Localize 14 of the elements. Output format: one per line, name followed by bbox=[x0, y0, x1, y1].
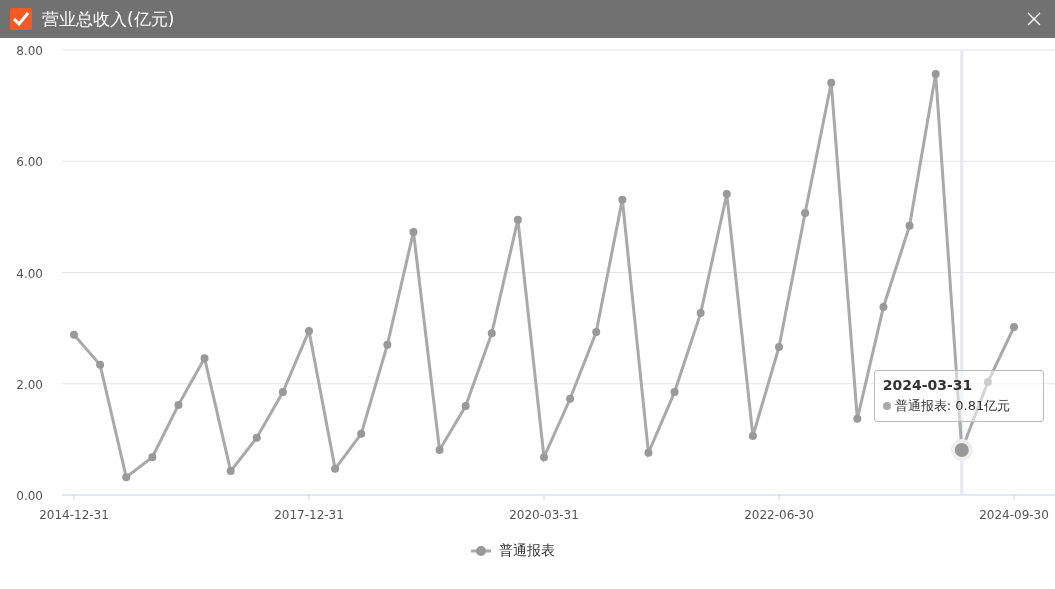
y-axis-label: 0.00 bbox=[16, 489, 43, 503]
tooltip-value: 普通报表: 0.81亿元 bbox=[894, 396, 1011, 415]
y-axis-label: 8.00 bbox=[16, 44, 43, 58]
window-title: 营业总收入(亿元) bbox=[42, 7, 176, 31]
y-axis-label: 6.00 bbox=[16, 155, 43, 170]
x-axis-label: 2020-03-31 bbox=[509, 508, 579, 522]
x-axis-label: 2024-09-30 bbox=[979, 508, 1049, 522]
x-axis-label: 2014-12-31 bbox=[39, 508, 109, 522]
x-axis-label: 2022-06-30 bbox=[744, 508, 814, 522]
tooltip-date: 2024-03-31 bbox=[882, 376, 974, 393]
y-axis-label: 4.00 bbox=[16, 266, 43, 281]
y-axis-label: 2.00 bbox=[16, 377, 43, 392]
legend-item[interactable]: 普通报表 bbox=[470, 542, 555, 560]
x-axis-label: 2017-12-31 bbox=[274, 508, 344, 522]
